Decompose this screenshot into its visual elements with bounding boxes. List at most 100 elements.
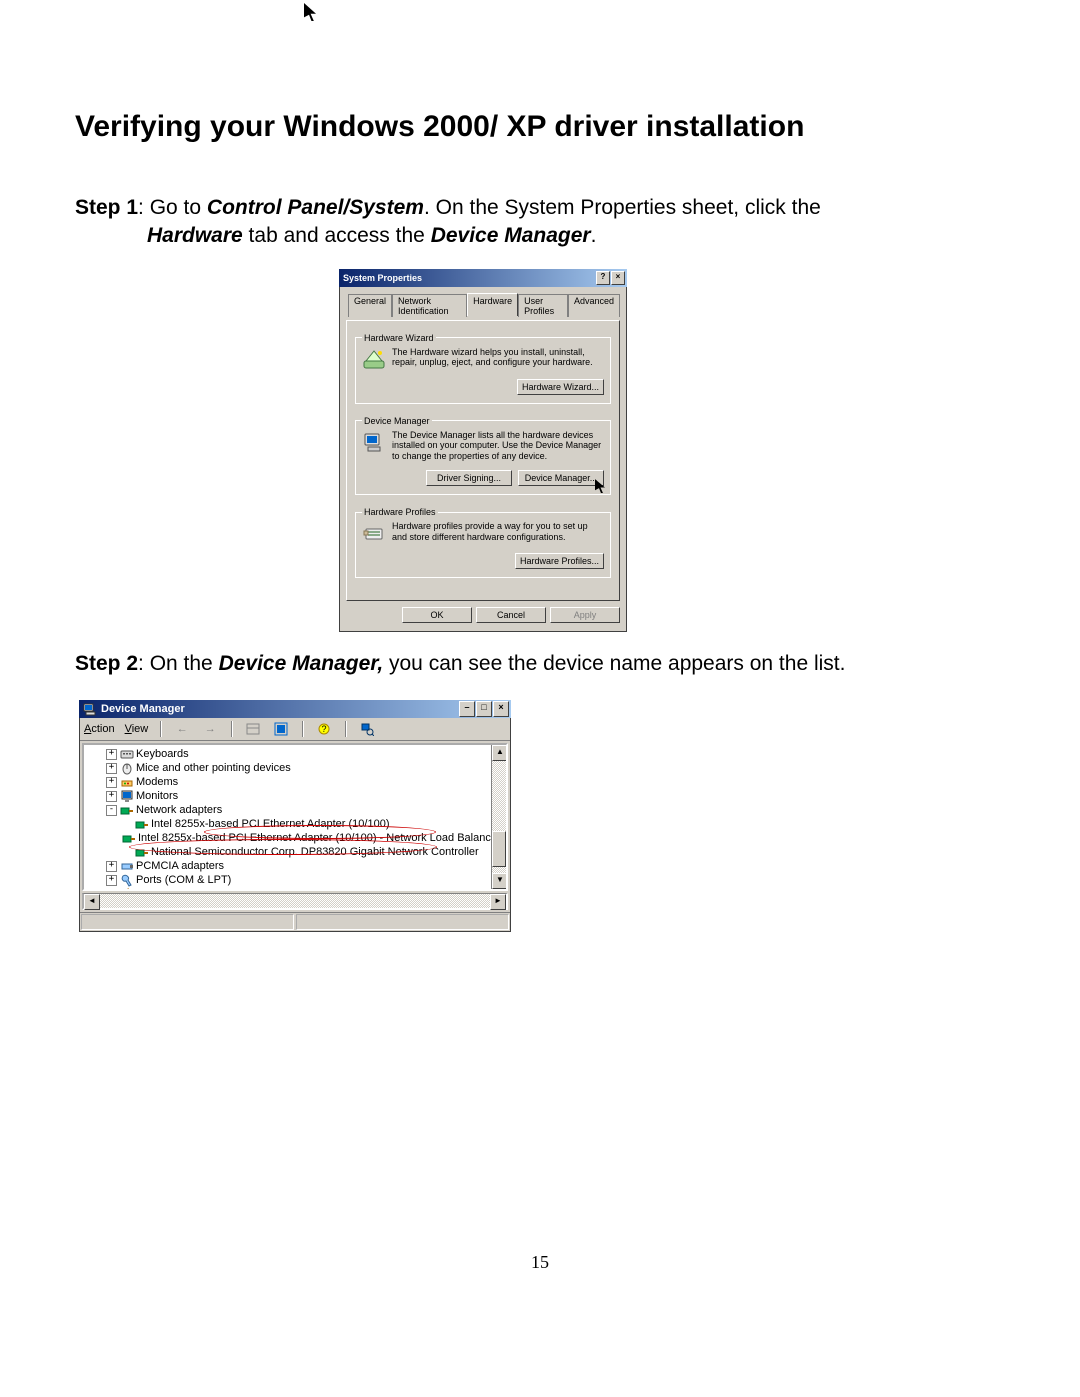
tab-hardware[interactable]: Hardware bbox=[467, 293, 518, 316]
hw-wizard-legend: Hardware Wizard bbox=[362, 333, 436, 343]
vertical-scrollbar[interactable]: ▲ ▼ bbox=[491, 745, 506, 889]
expander-icon[interactable]: + bbox=[106, 749, 117, 760]
wizard-icon bbox=[362, 347, 386, 371]
hardware-profiles-button[interactable]: Hardware Profiles... bbox=[515, 553, 604, 569]
tree-node[interactable]: + Keyboards bbox=[92, 747, 506, 761]
expander-icon[interactable]: - bbox=[106, 805, 117, 816]
tab-network-identification[interactable]: Network Identification bbox=[392, 294, 467, 317]
tab-general[interactable]: General bbox=[348, 294, 392, 317]
step-2-text-a: : On the bbox=[138, 652, 219, 675]
menu-view[interactable]: View bbox=[125, 723, 149, 735]
netadpt-icon bbox=[135, 845, 149, 859]
expander-icon[interactable]: + bbox=[106, 875, 117, 886]
close-button[interactable]: × bbox=[493, 701, 509, 717]
scroll-down-button[interactable]: ▼ bbox=[492, 873, 508, 889]
tree-node[interactable]: Intel 8255x-based PCI Ethernet Adapter (… bbox=[92, 817, 506, 831]
hw-profiles-text: Hardware profiles provide a way for you … bbox=[392, 521, 604, 543]
hardware-wizard-group: Hardware Wizard The Hardware wizard help… bbox=[355, 333, 611, 404]
dm-title: Device Manager bbox=[101, 703, 458, 715]
tree-node-label: National Semiconductor Corp. DP83820 Gig… bbox=[151, 845, 479, 859]
tree-node[interactable]: - Network adapters bbox=[92, 803, 506, 817]
step-2: Step 2: On the Device Manager, you can s… bbox=[75, 650, 1005, 678]
pcmcia-icon bbox=[120, 859, 134, 873]
device-manager-group: Device Manager The Device Manager lists … bbox=[355, 416, 611, 495]
sp-title: System Properties bbox=[343, 273, 595, 283]
hardware-wizard-button[interactable]: Hardware Wizard... bbox=[517, 379, 604, 395]
page-title: Verifying your Windows 2000/ XP driver i… bbox=[75, 110, 1005, 144]
cursor-icon bbox=[304, 3, 316, 21]
tree-node-label: Mice and other pointing devices bbox=[136, 761, 291, 775]
tree-node[interactable]: + Modems bbox=[92, 775, 506, 789]
close-button[interactable]: × bbox=[611, 271, 625, 285]
computer-icon bbox=[83, 702, 97, 716]
tree-node[interactable]: + Mice and other pointing devices bbox=[92, 761, 506, 775]
menu-separator bbox=[160, 721, 161, 737]
apply-button[interactable]: Apply bbox=[550, 607, 620, 623]
hw-wizard-text: The Hardware wizard helps you install, u… bbox=[392, 347, 604, 369]
cancel-button[interactable]: Cancel bbox=[476, 607, 546, 623]
ok-button[interactable]: OK bbox=[402, 607, 472, 623]
back-icon[interactable]: ← bbox=[173, 720, 191, 738]
step-2-label: Step 2 bbox=[75, 652, 138, 675]
scroll-right-button[interactable]: ► bbox=[490, 894, 506, 910]
menu-separator bbox=[345, 721, 346, 737]
step-1: Step 1: Go to Control Panel/System. On t… bbox=[75, 194, 1005, 251]
tree-node-label: Intel 8255x-based PCI Ethernet Adapter (… bbox=[151, 817, 390, 831]
tree-node-label: Modems bbox=[136, 775, 178, 789]
toolbar-icon-4[interactable] bbox=[358, 720, 376, 738]
toolbar-icon-2[interactable] bbox=[272, 720, 290, 738]
toolbar-icon-1[interactable] bbox=[244, 720, 262, 738]
maximize-button[interactable]: □ bbox=[476, 701, 492, 717]
minimize-button[interactable]: – bbox=[459, 701, 475, 717]
tree-node-label: Network adapters bbox=[136, 803, 222, 817]
netadpt-icon bbox=[122, 831, 136, 845]
driver-signing-button[interactable]: Driver Signing... bbox=[426, 470, 512, 486]
tree-node[interactable]: Intel 8255x-based PCI Ethernet Adapter (… bbox=[92, 831, 506, 845]
menu-action[interactable]: Action bbox=[84, 723, 115, 735]
sp-tabs: General Network Identification Hardware … bbox=[348, 293, 620, 316]
step-1-text-d: . bbox=[591, 224, 597, 247]
help-button[interactable]: ? bbox=[596, 271, 610, 285]
tree-node-label: Sound, video and game controllers bbox=[136, 887, 306, 891]
device-manager-window: Device Manager – □ × Action View ← → ? bbox=[79, 700, 511, 932]
step-1-bi-2: Hardware bbox=[147, 224, 243, 247]
tab-user-profiles[interactable]: User Profiles bbox=[518, 294, 568, 317]
dev-mgr-legend: Device Manager bbox=[362, 416, 432, 426]
forward-icon[interactable]: → bbox=[201, 720, 219, 738]
tree-node[interactable]: + Sound, video and game controllers bbox=[92, 887, 506, 891]
step-1-text-b: . On the System Properties sheet, click … bbox=[424, 196, 821, 219]
step-1-bi-3: Device Manager bbox=[431, 224, 591, 247]
expander-icon[interactable]: + bbox=[106, 777, 117, 788]
expander-icon[interactable]: + bbox=[106, 889, 117, 892]
scroll-left-button[interactable]: ◄ bbox=[84, 894, 100, 910]
scroll-up-button[interactable]: ▲ bbox=[492, 745, 508, 761]
tree-node[interactable]: + Ports (COM & LPT) bbox=[92, 873, 506, 887]
tree-node-label: Keyboards bbox=[136, 747, 189, 761]
ports-icon bbox=[120, 873, 134, 887]
profiles-icon bbox=[362, 521, 386, 545]
page-number: 15 bbox=[75, 1252, 1005, 1273]
sp-titlebar[interactable]: System Properties ? × bbox=[339, 269, 627, 287]
expander-icon[interactable]: + bbox=[106, 791, 117, 802]
menu-separator bbox=[231, 721, 232, 737]
tree-node[interactable]: +Monitors bbox=[92, 789, 506, 803]
netcat-icon bbox=[120, 803, 134, 817]
toolbar-icon-3[interactable]: ? bbox=[315, 720, 333, 738]
tab-advanced[interactable]: Advanced bbox=[568, 294, 620, 317]
horizontal-scrollbar[interactable]: ◄ ► bbox=[82, 893, 508, 910]
step-1-text-c: tab and access the bbox=[243, 224, 431, 247]
expander-icon[interactable]: + bbox=[106, 763, 117, 774]
tree-node[interactable]: +PCMCIA adapters bbox=[92, 859, 506, 873]
expander-icon[interactable]: + bbox=[106, 861, 117, 872]
tree-node-label: Ports (COM & LPT) bbox=[136, 873, 231, 887]
scroll-thumb[interactable] bbox=[492, 831, 506, 867]
dm-tree[interactable]: + Keyboards + Mice and other pointing devic… bbox=[82, 743, 508, 891]
device-manager-button[interactable]: Device Manager... bbox=[518, 470, 604, 486]
mouse-icon bbox=[120, 761, 134, 775]
sound-icon bbox=[120, 887, 134, 891]
dm-titlebar[interactable]: Device Manager – □ × bbox=[79, 700, 511, 718]
menu-separator bbox=[302, 721, 303, 737]
status-bar bbox=[80, 912, 510, 931]
step-2-bi-1: Device Manager, bbox=[219, 652, 384, 675]
tree-node[interactable]: National Semiconductor Corp. DP83820 Gig… bbox=[92, 845, 506, 859]
